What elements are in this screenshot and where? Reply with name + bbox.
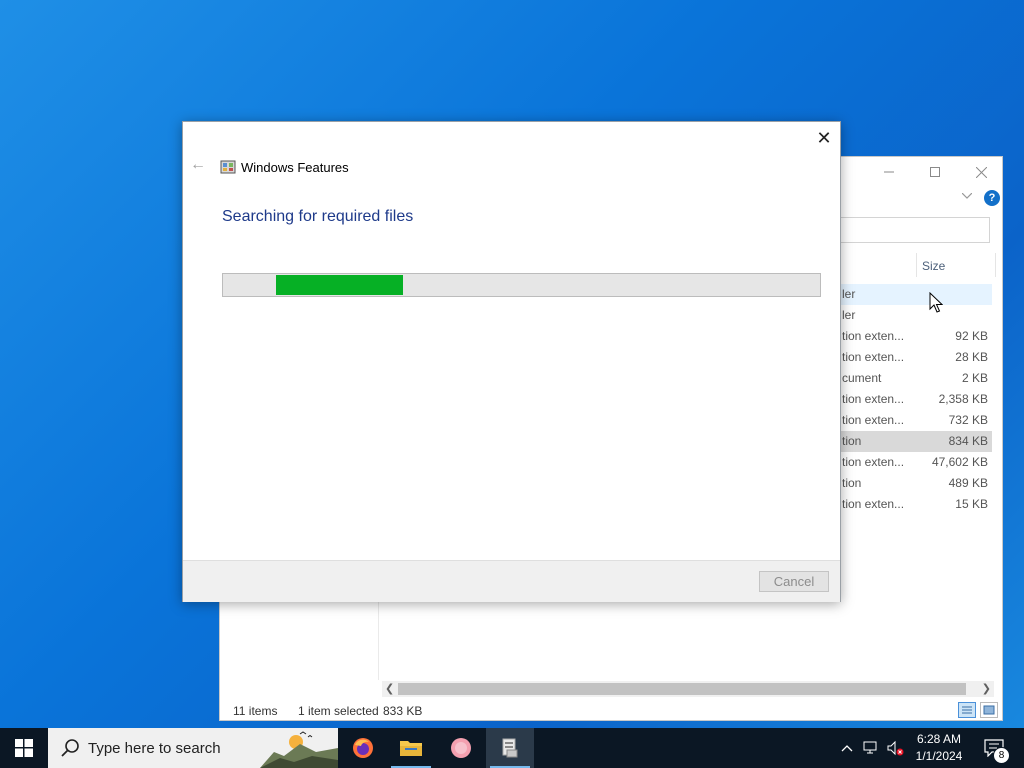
action-center-button[interactable]: 8 [976,728,1016,768]
file-type: tion exten... [842,413,905,427]
show-hidden-icons-button[interactable] [838,728,856,768]
file-row[interactable]: tion 489 KB [840,473,992,494]
taskbar: Type here to search 6:28 AM 1/1/2024 8 [0,728,1024,768]
selection-count: 1 item selected [298,704,379,718]
desktop: ? Size ler ler tion exten... 92 KB tion e… [0,0,1024,728]
file-row[interactable]: tion exten... 2,358 KB [840,389,992,410]
file-type: ler [842,287,856,301]
large-icons-view-icon[interactable] [980,702,998,718]
file-row[interactable]: tion exten... 47,602 KB [840,452,992,473]
progress-fill [276,275,403,295]
file-size: 2,358 KB [938,392,988,406]
close-icon: ✕ [816,127,832,148]
file-size: 489 KB [948,476,988,490]
taskbar-app-pink[interactable] [437,728,485,768]
file-row[interactable]: tion exten... 28 KB [840,347,992,368]
minimize-icon [884,171,894,173]
volume-muted-icon [887,740,904,756]
maximize-icon [930,167,940,177]
status-heading: Searching for required files [222,208,414,225]
taskbar-search-box[interactable]: Type here to search [48,728,338,768]
selection-size: 833 KB [383,704,423,718]
windows-features-icon [220,160,236,174]
network-button[interactable] [860,728,882,768]
column-divider[interactable] [995,253,996,277]
file-row[interactable]: tion exten... 92 KB [840,326,992,347]
file-list: ler ler tion exten... 92 KB tion exten...… [840,284,992,515]
network-icon [863,741,877,754]
mouse-cursor-icon [929,292,943,313]
file-row[interactable]: tion exten... 732 KB [840,410,992,431]
scroll-right-icon[interactable]: ❯ [982,682,991,695]
details-view-icon[interactable] [958,702,976,718]
file-row[interactable]: cument 2 KB [840,368,992,389]
file-row[interactable]: ler [840,305,992,326]
file-type: cument [842,371,882,385]
taskbar-file-explorer[interactable] [387,728,435,768]
file-row[interactable]: ler [840,284,992,305]
file-size: 732 KB [948,413,988,427]
start-button[interactable] [0,728,48,768]
search-highlight-art-icon [260,728,338,768]
file-type: tion exten... [842,455,905,469]
clock-date: 1/1/2024 [915,749,963,763]
dialog-close-button[interactable]: ✕ [809,126,839,150]
taskbar-firefox[interactable] [339,728,387,768]
scrollbar-thumb[interactable] [398,683,966,695]
firefox-icon [353,738,373,758]
search-placeholder: Type here to search [88,740,221,757]
windows-logo-icon [15,739,33,757]
dialog-footer: Cancel [183,560,840,602]
ribbon-expand-icon[interactable] [961,191,973,202]
search-icon [61,739,79,757]
help-icon[interactable]: ? [984,190,1000,206]
windows-features-dialog[interactable]: ✕ ← Windows Features Searching for requi… [182,121,841,602]
app-pink-icon [451,738,471,758]
notification-count-badge: 8 [993,747,1010,764]
file-type: tion exten... [842,392,905,406]
item-count: 11 items [233,704,278,718]
file-row-selected[interactable]: tion 834 KB [840,431,992,452]
scroll-left-icon[interactable]: ❮ [385,682,394,695]
taskbar-windows-features[interactable] [486,728,534,768]
column-size-header[interactable]: Size [922,259,945,273]
file-type: tion [842,476,862,490]
explorer-search-input[interactable] [840,217,990,243]
file-type: tion exten... [842,329,905,343]
clock-time: 6:28 AM [916,732,962,746]
taskbar-clock[interactable]: 6:28 AM 1/1/2024 [904,731,974,765]
file-size: 834 KB [948,434,988,448]
file-size: 2 KB [961,371,988,385]
chevron-up-icon [841,745,853,752]
cancel-button[interactable]: Cancel [759,571,829,592]
file-explorer-icon [400,741,422,756]
column-headers: Size [840,253,996,277]
minimize-button[interactable] [866,157,912,187]
volume-button[interactable] [884,728,906,768]
column-divider[interactable] [916,253,917,277]
progress-bar [222,273,821,297]
file-size: 47,602 KB [931,455,988,469]
file-type: ler [842,308,856,322]
dialog-title: Windows Features [241,160,349,175]
back-arrow-icon[interactable]: ← [190,156,206,174]
close-icon [975,166,987,178]
file-type: tion exten... [842,350,905,364]
file-type: tion [842,434,862,448]
file-type: tion exten... [842,497,905,511]
horizontal-scrollbar[interactable]: ❮ ❯ [382,681,994,697]
file-row[interactable]: tion exten... 15 KB [840,494,992,515]
windows-features-icon [502,738,518,758]
maximize-button[interactable] [912,157,958,187]
file-size: 15 KB [955,497,988,511]
file-size: 28 KB [955,350,988,364]
status-bar: 11 items 1 item selected 833 KB [220,700,1002,722]
file-size: 92 KB [955,329,988,343]
close-button[interactable] [958,157,1004,187]
